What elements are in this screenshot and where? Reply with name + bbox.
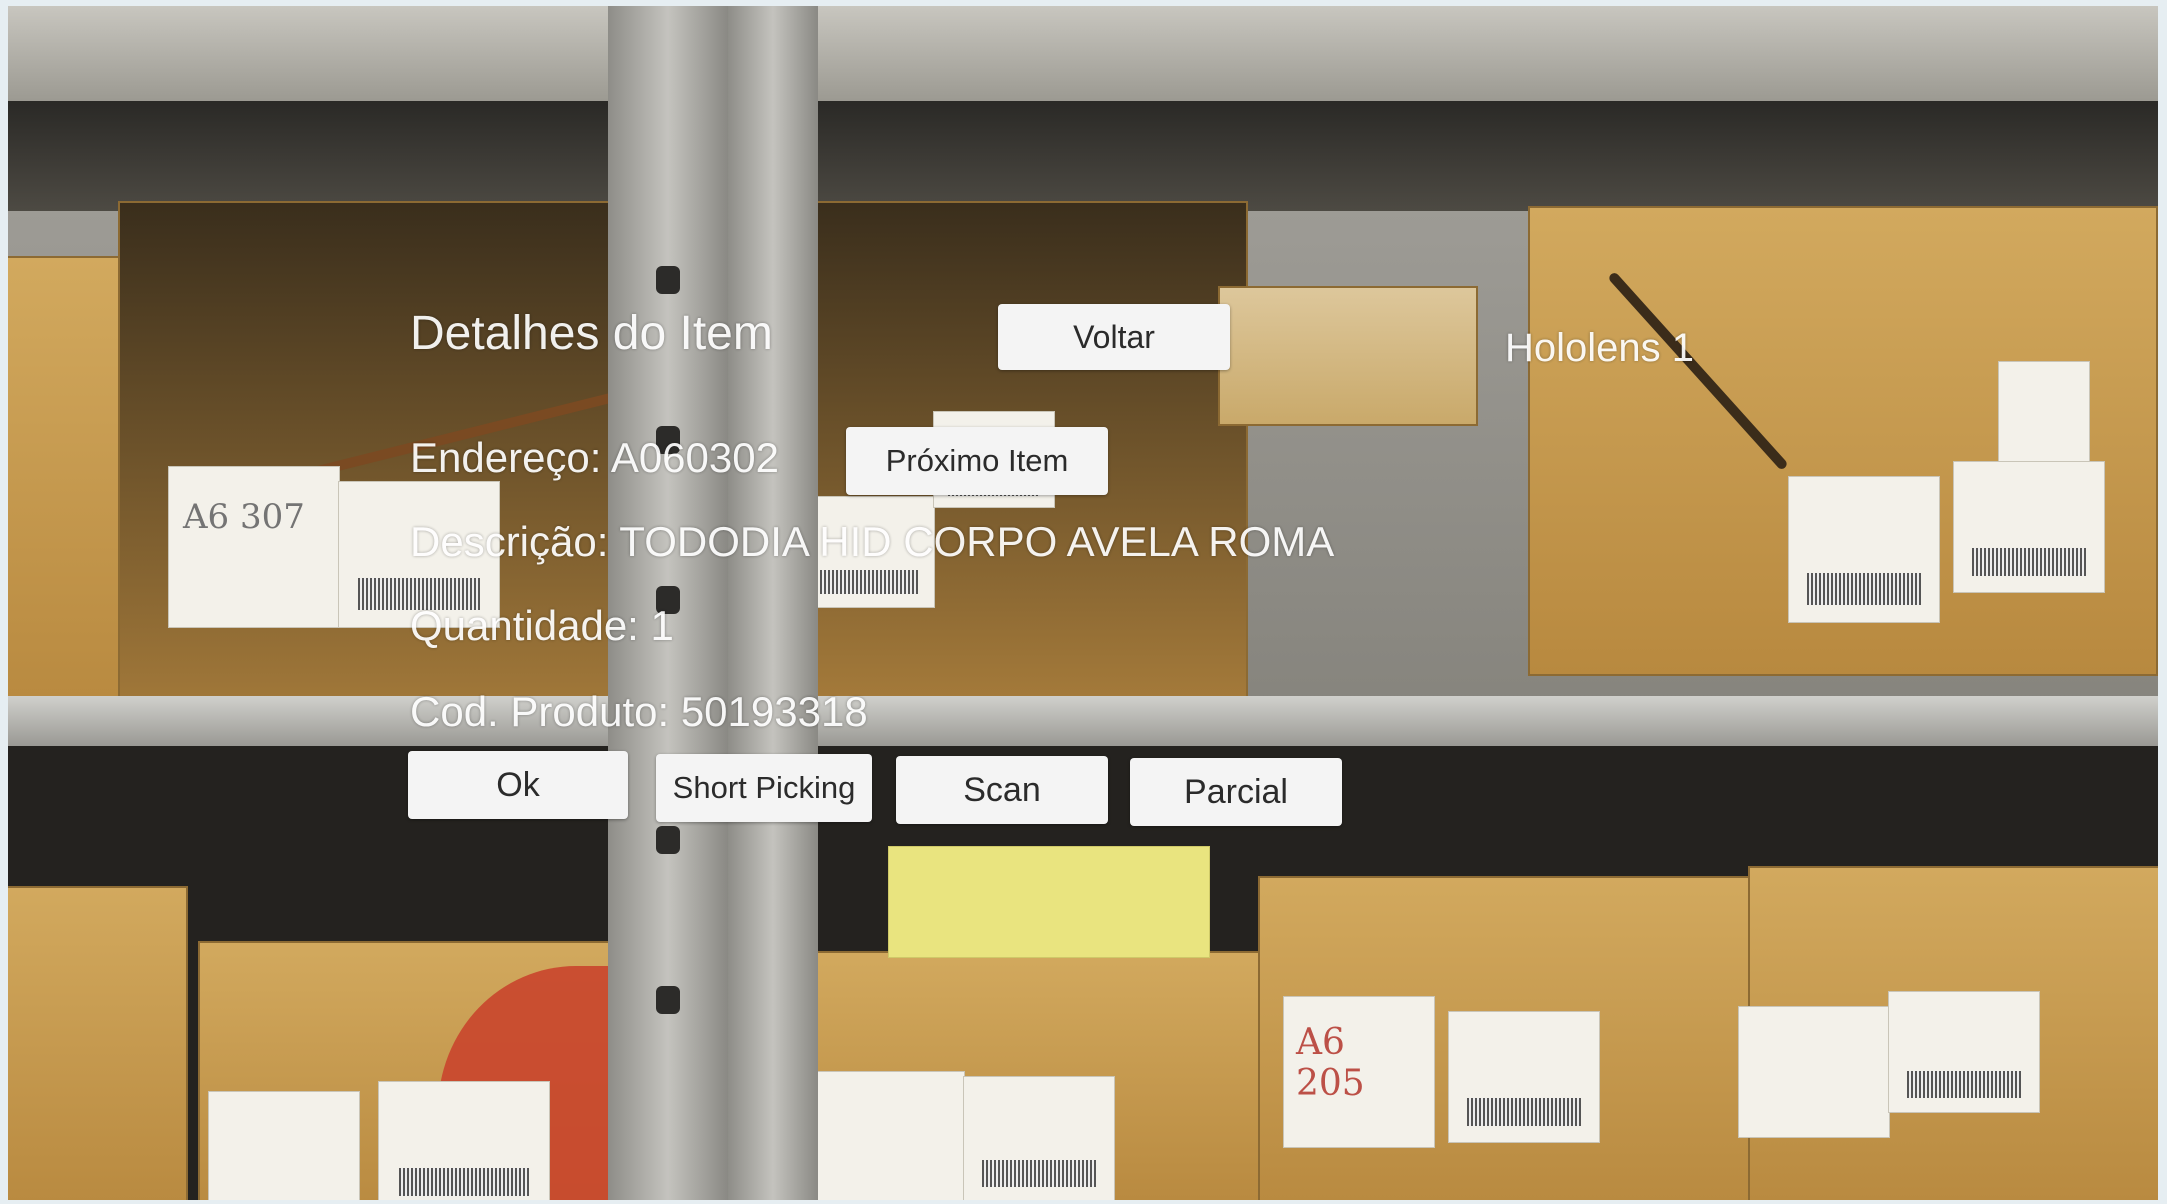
shelf-beam xyxy=(8,696,2158,746)
shelf-post xyxy=(728,6,818,1200)
quantity-field: Quantidade: 1 xyxy=(410,602,674,649)
cardboard-box xyxy=(1218,286,1478,426)
top-shelf-beam xyxy=(8,6,2158,101)
back-button[interactable]: Voltar xyxy=(998,304,1230,370)
camera-view: A6 307 A6 205 Detalhes do Item Voltar Ho… xyxy=(8,6,2158,1200)
partial-button[interactable]: Parcial xyxy=(1130,758,1342,826)
box-label: A6 307 xyxy=(168,466,340,628)
box-label xyxy=(208,1091,360,1200)
box-label xyxy=(963,1076,1115,1200)
box-label xyxy=(378,1081,550,1200)
address-field: Endereço: A060302 xyxy=(410,434,779,481)
box-label xyxy=(888,846,1210,958)
cardboard-box xyxy=(8,886,188,1200)
handwritten-location-label: A6 205 xyxy=(1296,1022,1365,1104)
description-field: Descrição: TODODIA HID CORPO AVELA ROMA xyxy=(410,518,1335,565)
handwritten-location-label: A6 307 xyxy=(183,497,305,537)
short-picking-button[interactable]: Short Picking xyxy=(656,754,872,822)
box-label xyxy=(813,1071,965,1200)
box-label xyxy=(1448,1011,1600,1143)
panel-title: Detalhes do Item xyxy=(410,307,773,360)
box-label xyxy=(1788,476,1940,623)
next-item-button[interactable]: Próximo Item xyxy=(846,427,1108,495)
scan-button[interactable]: Scan xyxy=(896,756,1108,824)
box-label xyxy=(1888,991,2040,1113)
top-shelf-row xyxy=(8,101,2158,211)
box-label: A6 205 xyxy=(1283,996,1435,1148)
box-label xyxy=(1953,461,2105,593)
device-label: Hololens 1 xyxy=(1505,326,1695,370)
ok-button[interactable]: Ok xyxy=(408,751,628,819)
product-code-field: Cod. Produto: 50193318 xyxy=(410,688,868,735)
box-label xyxy=(1738,1006,1890,1138)
